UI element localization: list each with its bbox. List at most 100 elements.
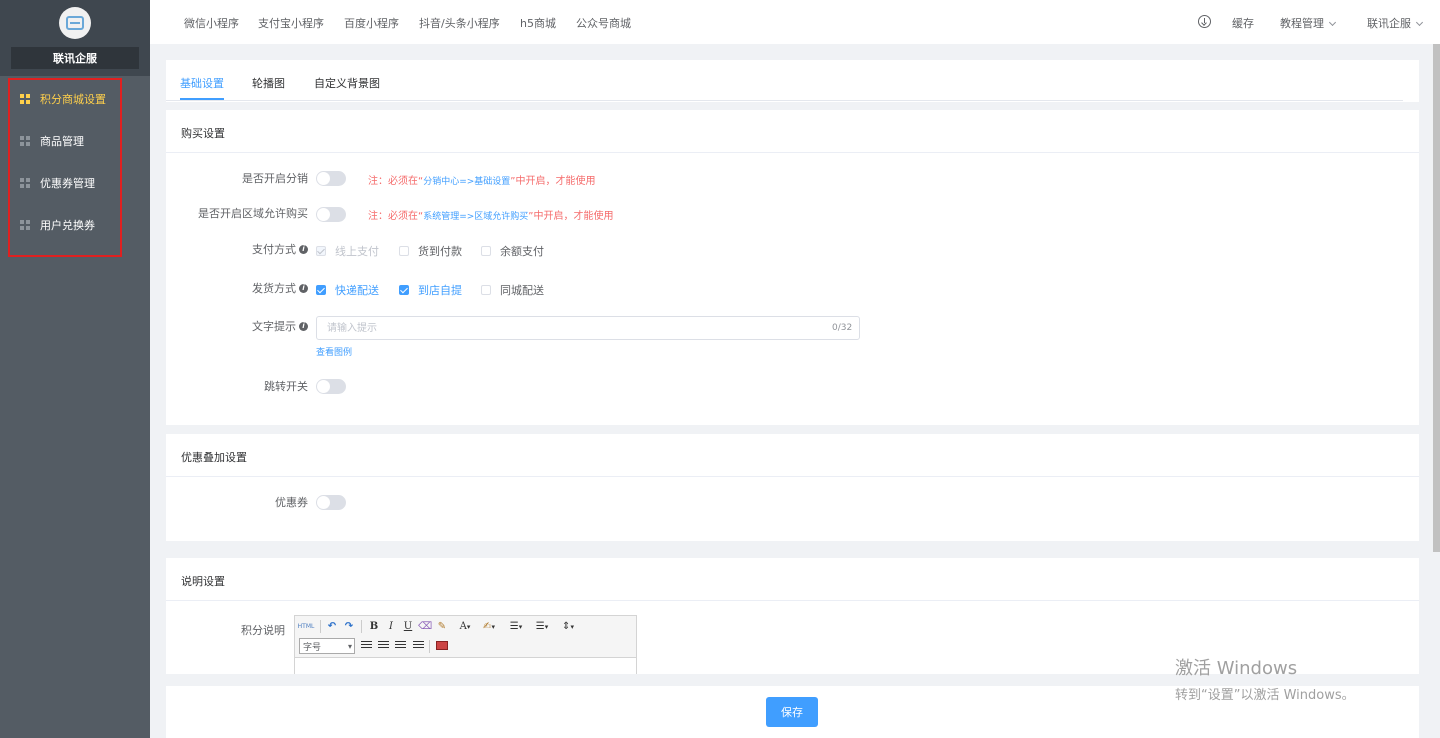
scrollbar[interactable] [1433,44,1440,552]
note-path: 系统管理=>区域允许购买 [423,212,529,222]
note-prefix: 注：必须在“ [368,176,424,187]
company-name: 联讯企服 [11,47,139,69]
tab-carousel[interactable]: 轮播图 [252,75,285,91]
redo-icon[interactable]: ↷ [343,620,355,633]
save-button[interactable]: 保存 [766,697,818,727]
user-menu[interactable]: 联讯企服 [1367,15,1424,31]
checkbox-box [399,285,409,295]
tabs-divider [166,100,1403,101]
sidebar-item-label: 商品管理 [40,135,84,148]
label-text: 是否开启分销 [242,172,308,185]
sidebar-item-points-mall-settings[interactable]: 积分商城设置 [20,89,106,109]
eraser-icon[interactable]: ⌫ [418,620,432,633]
purchase-settings-card: 购买设置 是否开启分销 注：必须在“分销中心=>基础设置”中开启，才能使用 是否… [166,110,1419,425]
checkbox-label: 线上支付 [335,245,379,258]
ordered-list-icon[interactable]: ☰ ▾ [506,620,526,633]
top-tab-alipay[interactable]: 支付宝小程序 [258,15,324,31]
checkbox-label: 同城配送 [500,284,544,297]
points-description-label: 积分说明 [166,623,285,637]
rich-text-editor[interactable]: HTML ↶ ↷ B I U ⌫ ✎ A ▾ ✍ ▾ ☰ ▾ ☰ ▾ ⇕ ▾ 字号 [294,615,637,674]
align-left-icon[interactable] [361,641,372,650]
editor-toolbar: HTML ↶ ↷ B I U ⌫ ✎ A ▾ ✍ ▾ ☰ ▾ ☰ ▾ ⇕ ▾ 字号 [295,616,636,658]
html-source-button[interactable]: HTML [298,620,315,633]
toolbar-separator [429,640,430,653]
windows-activation-watermark: 激活 Windows 转到“设置”以激活 Windows。 [1175,654,1355,703]
download-icon[interactable] [1198,15,1211,28]
delivery-pickup-checkbox[interactable]: 到店自提 [399,282,462,298]
watermark-line-1: 激活 Windows [1175,658,1298,679]
sidebar-item-label: 用户兑换券 [40,219,95,232]
watermark-line-2: 转到“设置”以激活 Windows。 [1175,688,1355,703]
top-bar: 微信小程序 支付宝小程序 百度小程序 抖音/头条小程序 h5商城 公众号商城 缓… [150,0,1440,44]
align-right-icon[interactable] [395,641,406,650]
info-icon[interactable]: i [299,244,308,254]
label-text: 是否开启区域允许购买 [198,207,308,220]
section-title: 说明设置 [181,575,225,588]
sidebar-item-coupon-management[interactable]: 优惠券管理 [20,173,95,193]
tab-custom-background[interactable]: 自定义背景图 [314,75,380,91]
image-icon[interactable] [436,641,448,650]
grid-icon [20,220,30,230]
view-example-link[interactable]: 查看图例 [316,345,352,358]
underline-button[interactable]: U [402,620,414,633]
tutorial-menu[interactable]: 教程管理 [1280,15,1337,31]
tab-basic-settings[interactable]: 基础设置 [180,75,224,91]
chevron-down-icon [1415,18,1424,27]
sidebar-item-user-redemption[interactable]: 用户兑换券 [20,215,95,235]
bold-button[interactable]: B [368,620,380,633]
section-header: 购买设置 [166,110,1419,153]
sidebar: 联讯企服 积分商城设置 商品管理 优惠券管理 用户兑换券 [0,0,150,738]
align-center-icon[interactable] [378,641,389,650]
checkbox-label: 余额支付 [500,245,544,258]
payment-online-checkbox[interactable]: 线上支付 [316,243,379,259]
toolbar-separator [320,620,321,633]
top-tab-h5[interactable]: h5商城 [520,15,556,31]
payment-cod-checkbox[interactable]: 货到付款 [399,243,462,259]
region-switch[interactable] [316,207,346,222]
text-tip-input[interactable] [316,316,860,340]
coupon-switch[interactable] [316,495,346,510]
italic-button[interactable]: I [385,620,397,633]
region-label: 是否开启区域允许购买 [108,206,308,220]
delivery-local-checkbox[interactable]: 同城配送 [481,282,544,298]
top-tab-baidu[interactable]: 百度小程序 [344,15,399,31]
company-logo[interactable] [59,7,91,39]
text-tip-label: 文字提示 i [108,319,308,333]
top-tab-douyin[interactable]: 抖音/头条小程序 [419,15,500,31]
delivery-express-checkbox[interactable]: 快递配送 [316,282,379,298]
align-justify-icon[interactable] [413,641,424,650]
discount-stacking-card: 优惠叠加设置 优惠券 [166,434,1419,541]
toolbar-separator [361,620,362,633]
info-icon[interactable]: i [299,283,308,293]
jump-switch-label: 跳转开关 [108,379,308,393]
font-size-select[interactable]: 字号 [299,638,355,654]
distribution-switch[interactable] [316,171,346,186]
section-header: 优惠叠加设置 [166,434,1419,477]
checkbox-box [316,285,326,295]
checkbox-box [399,246,409,256]
payment-balance-checkbox[interactable]: 余额支付 [481,243,544,259]
cache-button[interactable]: 缓存 [1232,15,1254,31]
payment-method-label: 支付方式 i [108,242,308,256]
top-tab-official-account[interactable]: 公众号商城 [576,15,631,31]
jump-switch[interactable] [316,379,346,394]
text-tip-counter: 0/32 [832,323,853,333]
sidebar-item-product-management[interactable]: 商品管理 [20,131,84,151]
grid-icon [20,178,30,188]
coupon-label: 优惠券 [108,495,308,509]
unordered-list-icon[interactable]: ☰ ▾ [532,620,552,633]
highlight-icon[interactable]: ✍ ▾ [481,620,497,633]
info-icon[interactable]: i [299,321,308,331]
grid-icon [20,94,30,104]
format-brush-icon[interactable]: ✎ [436,620,448,633]
font-color-glyph: A [459,621,467,632]
settings-tabs: 基础设置 轮播图 自定义背景图 [166,60,1419,102]
top-tab-wechat[interactable]: 微信小程序 [184,15,239,31]
font-color-button[interactable]: A ▾ [457,620,473,633]
line-height-icon[interactable]: ⇕ ▾ [558,620,578,633]
label-text: 积分说明 [241,624,285,637]
region-note: 注：必须在“系统管理=>区域允许购买”中开启，才能使用 [368,207,613,222]
undo-icon[interactable]: ↶ [326,620,338,633]
label-text: 跳转开关 [264,380,308,393]
tutorial-label: 教程管理 [1280,17,1324,30]
